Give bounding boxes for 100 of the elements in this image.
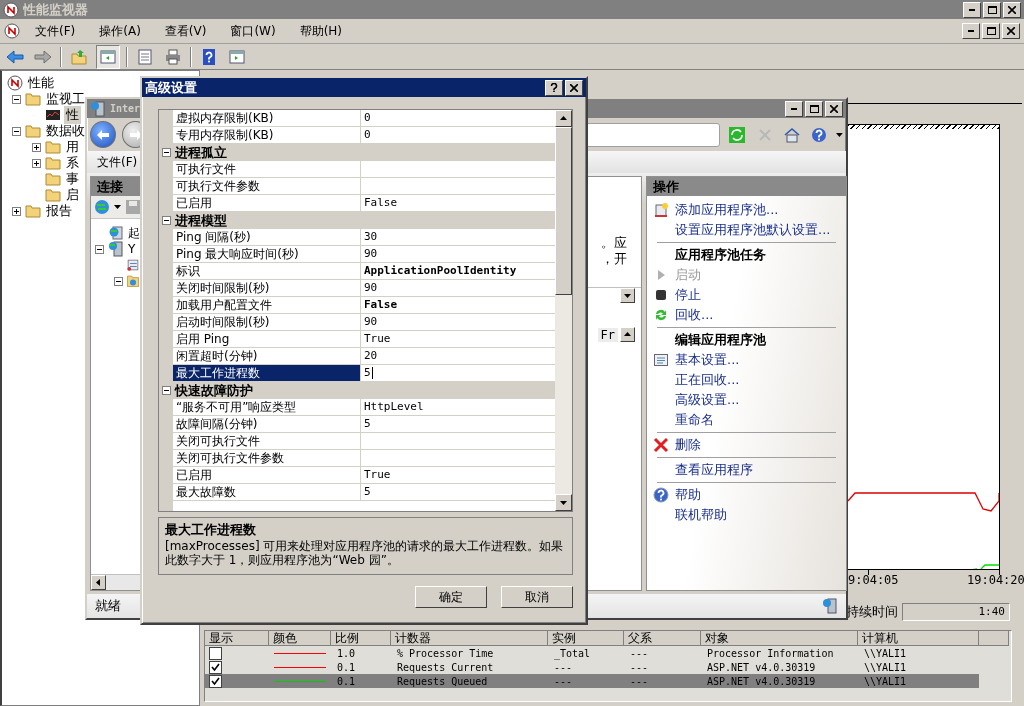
- menu-item[interactable]: 帮助(H): [290, 20, 352, 42]
- property-name[interactable]: 最大故障数: [173, 484, 361, 501]
- counter-row[interactable]: 1.0 % Processor Time _Total --- Processor Information \\YALI1: [205, 646, 979, 660]
- action-link[interactable]: 基本设置...: [675, 351, 740, 369]
- property-name[interactable]: Ping 间隔(秒): [173, 229, 361, 246]
- property-name[interactable]: “服务不可用”响应类型: [173, 399, 361, 416]
- ok-button[interactable]: 确定: [415, 586, 487, 608]
- action-link[interactable]: 联机帮助: [675, 506, 727, 524]
- menu-item[interactable]: 窗口(W): [221, 20, 285, 42]
- action-link[interactable]: 回收...: [675, 306, 714, 324]
- property-name[interactable]: 加载用户配置文件: [173, 297, 361, 314]
- close-button[interactable]: [565, 79, 583, 96]
- tree-item[interactable]: 启: [64, 186, 81, 204]
- counter-row[interactable]: 0.1 Requests Queued --- --- ASP.NET v4.0.30319 \\YALI1: [205, 674, 979, 688]
- column-header[interactable]: 显示: [205, 631, 269, 646]
- scroll-up-button[interactable]: [555, 110, 572, 127]
- caret-icon: [836, 132, 843, 137]
- tree-item[interactable]: 性能: [26, 74, 56, 92]
- property-name[interactable]: 关闭时间限制(秒): [173, 280, 361, 297]
- tree-item[interactable]: Y: [127, 242, 137, 256]
- property-value: 20: [361, 348, 555, 365]
- menu-item[interactable]: 文件(F): [97, 151, 138, 173]
- checkbox[interactable]: [209, 646, 222, 660]
- column-header[interactable]: 对象: [701, 631, 858, 646]
- collapse-icon[interactable]: [94, 244, 104, 254]
- counter-row[interactable]: 0.1 Requests Current --- --- ASP.NET v4.0.30319 \\YALI1: [205, 660, 979, 674]
- column-header[interactable]: 实例: [548, 631, 624, 646]
- action-link[interactable]: 查看应用程序: [675, 461, 753, 479]
- menu-item[interactable]: 查看(V): [155, 20, 216, 42]
- cancel-button[interactable]: 取消: [501, 586, 573, 608]
- minimize-button[interactable]: [962, 23, 980, 39]
- property-name[interactable]: 专用内存限制(KB): [173, 127, 361, 144]
- column-header[interactable]: 父系: [624, 631, 701, 646]
- collapse-icon[interactable]: [11, 126, 21, 136]
- property-name[interactable]: 可执行文件参数: [173, 178, 361, 195]
- property-name[interactable]: 关闭可执行文件: [173, 433, 361, 450]
- scroll-thumb[interactable]: [555, 127, 572, 295]
- close-button[interactable]: [825, 100, 843, 117]
- expand-icon[interactable]: [31, 158, 41, 168]
- checkbox[interactable]: [209, 660, 222, 674]
- checkbox[interactable]: [209, 674, 222, 688]
- maximize-button[interactable]: [805, 100, 823, 117]
- column-header[interactable]: Fr: [597, 327, 618, 342]
- section-heading: 应用程序池任务: [675, 246, 766, 264]
- action-link[interactable]: 高级设置...: [675, 391, 740, 409]
- property-name[interactable]: 故障间隔(分钟): [173, 416, 361, 433]
- property-name[interactable]: 虚拟内存限制(KB): [173, 110, 361, 127]
- help-icon: [811, 126, 828, 143]
- property-name[interactable]: Ping 最大响应时间(秒): [173, 246, 361, 263]
- collapse-icon[interactable]: [161, 386, 171, 395]
- minimize-button[interactable]: [963, 1, 981, 18]
- property-name[interactable]: 启动时间限制(秒): [173, 314, 361, 331]
- property-name[interactable]: 关闭可执行文件参数: [173, 450, 361, 467]
- tree-item[interactable]: 事: [64, 170, 81, 188]
- property-name[interactable]: 标识: [173, 263, 361, 280]
- action-link[interactable]: 正在回收...: [675, 371, 740, 389]
- tree-item[interactable]: 系: [64, 154, 81, 172]
- restore-button[interactable]: [982, 23, 1000, 39]
- back-button[interactable]: [90, 121, 117, 148]
- help-button[interactable]: [545, 79, 563, 96]
- menu-item[interactable]: 文件(F): [26, 20, 85, 42]
- document-icon: [137, 48, 153, 65]
- minimize-button[interactable]: [785, 100, 803, 117]
- scroll-left-button[interactable]: [91, 575, 106, 590]
- property-name[interactable]: 可执行文件: [173, 161, 361, 178]
- action-link[interactable]: 删除: [675, 436, 701, 454]
- tree-item[interactable]: 性: [64, 106, 81, 124]
- column-header[interactable]: 计数器: [391, 631, 548, 646]
- action-link[interactable]: 添加应用程序池...: [675, 201, 779, 219]
- action-link[interactable]: 停止: [675, 286, 701, 304]
- property-name[interactable]: 已启用: [173, 467, 361, 484]
- expand-icon[interactable]: [11, 206, 21, 216]
- collapse-icon[interactable]: [161, 216, 171, 225]
- property-name[interactable]: 已启用: [173, 195, 361, 212]
- column-header[interactable]: 比例: [331, 631, 391, 646]
- column-header[interactable]: 计算机: [858, 631, 979, 646]
- restore-button[interactable]: [983, 1, 1001, 18]
- scroll-down-button[interactable]: [620, 288, 635, 303]
- menu-item[interactable]: 操作(A): [90, 20, 150, 42]
- expand-icon[interactable]: [31, 142, 41, 152]
- action-link[interactable]: 设置应用程序池默认设置...: [675, 221, 831, 239]
- tree-item[interactable]: 起: [127, 224, 141, 242]
- close-button[interactable]: [1003, 1, 1021, 18]
- close-button[interactable]: [1002, 23, 1020, 39]
- tree-item[interactable]: 用: [64, 138, 81, 156]
- tree-toggle-button[interactable]: [96, 44, 120, 69]
- collapse-icon[interactable]: [11, 94, 21, 104]
- collapse-icon[interactable]: [113, 276, 123, 286]
- tree-item[interactable]: 监视工: [44, 90, 87, 108]
- tree-item[interactable]: 报告: [44, 202, 74, 220]
- property-name[interactable]: 闲置超时(分钟): [173, 348, 361, 365]
- property-name[interactable]: 最大工作进程数: [173, 365, 361, 382]
- tree-item[interactable]: 数据收: [44, 122, 87, 140]
- scroll-down-button[interactable]: [555, 494, 572, 511]
- action-link[interactable]: 帮助: [675, 486, 701, 504]
- column-header[interactable]: 颜色: [269, 631, 331, 646]
- collapse-icon[interactable]: [161, 148, 171, 157]
- property-name[interactable]: 启用 Ping: [173, 331, 361, 348]
- action-link[interactable]: 重命名: [675, 411, 714, 429]
- scroll-up-button[interactable]: [620, 327, 635, 342]
